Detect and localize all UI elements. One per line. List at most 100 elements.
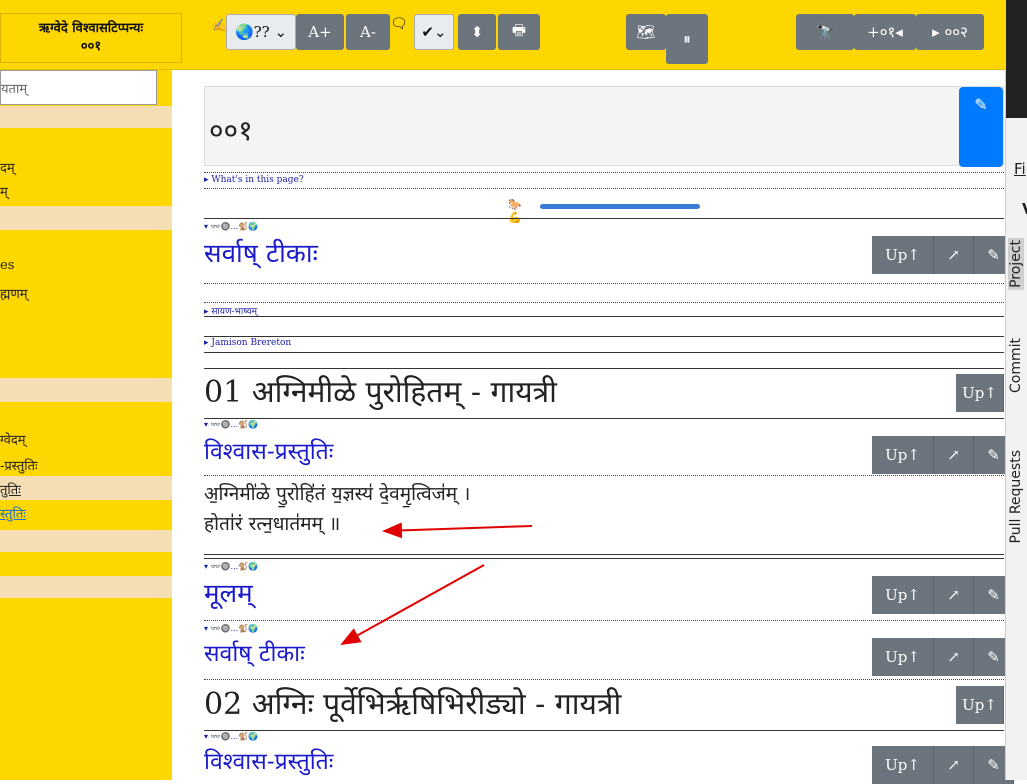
updown-icon: ⬍ [470, 23, 484, 41]
divider [204, 316, 1004, 317]
divider [204, 368, 1004, 369]
divider [204, 172, 1004, 173]
chevron-down-icon: ⌄ [434, 23, 447, 41]
pause-icon: ⏸ [683, 30, 691, 48]
section-actions: Up↑ ↗ ✎ [872, 576, 1014, 614]
tab-pull-requests[interactable]: Pull Requests [1008, 450, 1024, 543]
sidebar-item[interactable]: म् [0, 182, 8, 200]
section-heading: मूलम् [204, 579, 253, 609]
divider [204, 620, 1004, 621]
open-button[interactable]: ↗ [934, 576, 974, 614]
sidebar-item[interactable]: तुतिः [0, 480, 21, 498]
horse-muscle-icon: 🐎💪 [508, 198, 522, 224]
open-button[interactable]: ↗ [934, 436, 974, 474]
sidebar-item[interactable]: es [0, 258, 14, 273]
whats-in-page-link[interactable]: ▸ What's in this page? [204, 175, 304, 185]
section-mini-icons[interactable]: ▾ 👓🔘...🐒🌍 [204, 732, 258, 741]
open-button[interactable]: ↗ [934, 236, 974, 274]
page-header: ००१ ✎ [204, 86, 1004, 167]
up-button[interactable]: Up↑ [956, 374, 1004, 412]
section-mini-icons[interactable]: ▾ 👓🔘...🐒🌍 [204, 222, 258, 231]
up-button[interactable]: Up↑ [872, 236, 934, 274]
divider [204, 475, 1004, 476]
divider [204, 352, 1004, 353]
check-select[interactable]: ✔ ⌄ [414, 14, 454, 50]
progress-bar [540, 204, 700, 209]
external-link-icon: ↗ [947, 246, 960, 264]
section-mini-icons[interactable]: ▾ 👓🔘...🐒🌍 [204, 420, 258, 429]
prev-page-button[interactable]: +०१◂ [854, 14, 916, 50]
edit-icon: ✎ [987, 648, 1000, 666]
sidebar-item-active[interactable]: स्तुतिः [0, 504, 26, 522]
section-actions: Up↑ ↗ ✎ [872, 436, 1014, 474]
external-link-icon: ↗ [947, 446, 960, 464]
pencil-icon[interactable]: ✍ [212, 18, 227, 32]
edit-icon: ✎ [987, 446, 1000, 464]
jamison-brereton-link[interactable]: ▸ Jamison Brereton [204, 338, 291, 348]
external-link-icon: ↗ [947, 586, 960, 604]
verse-actions: Up↑ [956, 374, 1004, 412]
section-mini-icons[interactable]: ▾ 👓🔘...🐒🌍 [204, 562, 258, 571]
sidebar: यताम् दम् म् es ह्मणम् ग्वेदम् -प्रस्तुत… [0, 70, 172, 780]
chevron-down-icon: ⌄ [269, 23, 288, 41]
open-button[interactable]: ↗ [934, 746, 974, 784]
sidebar-band [0, 106, 172, 128]
up-button[interactable]: Up↑ [872, 638, 934, 676]
language-select[interactable]: 🌏?? ⌄ [226, 14, 296, 50]
divider [204, 188, 1004, 189]
speech-bubble-icon[interactable]: 🗨 [390, 16, 408, 32]
sidebar-item[interactable]: ह्मणम् [0, 284, 28, 302]
section-actions: Up↑ ↗ ✎ [872, 236, 1014, 274]
up-button[interactable]: Up↑ [872, 576, 934, 614]
font-increase-button[interactable]: A+ [296, 14, 344, 50]
up-button[interactable]: Up↑ [956, 686, 1004, 724]
tab-project[interactable]: Project [1008, 238, 1024, 290]
top-toolbar: ऋग्वेदे विश्वासटिप्पन्यः ००१ ✍ 🌏?? ⌄ A+ … [0, 0, 1005, 70]
verse-line: होता॑रं रत्न॒धात॑मम् ॥ [204, 513, 341, 535]
tools-button[interactable]: 🔭 [796, 14, 854, 50]
open-button[interactable]: ↗ [934, 638, 974, 676]
pause-button[interactable]: ⏸ [666, 14, 708, 64]
print-button[interactable]: 🖶 [498, 14, 540, 50]
sidebar-item[interactable]: ग्वेदम् [0, 430, 26, 448]
section-mini-icons[interactable]: ▾ 👓🔘...🐒🌍 [204, 624, 258, 633]
edit-page-button[interactable]: ✎ [959, 87, 1003, 167]
external-link-icon: ↗ [947, 648, 960, 666]
panel-letter: V [1022, 200, 1027, 218]
sidebar-item[interactable]: दम् [0, 158, 15, 176]
main-content: ००१ ✎ ▸ What's in this page? 🐎💪 ▾ 👓🔘...🐒… [192, 70, 1014, 784]
font-decrease-button[interactable]: A- [346, 14, 390, 50]
section-heading: सर्वाष् टीकाः [204, 239, 318, 269]
file-menu-link[interactable]: Fi [1014, 160, 1026, 178]
search-input[interactable]: यताम् [0, 70, 157, 105]
page-title: ००१ [209, 114, 253, 147]
external-link-icon: ↗ [947, 756, 960, 774]
up-button[interactable]: Up↑ [872, 746, 934, 784]
next-page-button[interactable]: ▸ ००२ [916, 14, 984, 50]
divider [204, 283, 1004, 284]
divider [204, 554, 1004, 555]
section-heading: विश्वास-प्रस्तुतिः [204, 439, 334, 465]
section-actions: Up↑ ↗ ✎ [872, 638, 1014, 676]
sidebar-band [0, 476, 172, 500]
verse-actions: Up↑ [956, 686, 1004, 724]
sidebar-item[interactable]: -प्रस्तुतिः [0, 456, 38, 474]
print-icon: 🖶 [511, 20, 527, 39]
section-heading: विश्वास-प्रस्तुतिः [204, 749, 334, 775]
map-button[interactable]: 🗺 [626, 14, 666, 50]
right-panel: Fi V Project Commit Pull Requests [1005, 0, 1027, 780]
book-title-line2: ००१ [80, 39, 102, 54]
divider [204, 679, 1004, 680]
divider [204, 302, 1004, 303]
tab-commit[interactable]: Commit [1008, 338, 1024, 393]
updown-button[interactable]: ⬍ [458, 14, 496, 50]
edit-icon: ✎ [987, 756, 1000, 774]
section-actions: Up↑ ↗ ✎ [872, 746, 1014, 784]
sidebar-band [0, 530, 172, 552]
sidebar-band [0, 206, 172, 230]
book-title[interactable]: ऋग्वेदे विश्वासटिप्पन्यः ००१ [0, 13, 182, 63]
up-button[interactable]: Up↑ [872, 436, 934, 474]
book-title-line1: ऋग्वेदे विश्वासटिप्पन्यः [38, 21, 144, 36]
divider [204, 218, 1004, 219]
verse-heading: 02 अग्निः पूर्वेभिर्ऋषिभिरीड्यो - गायत्र… [204, 687, 622, 722]
